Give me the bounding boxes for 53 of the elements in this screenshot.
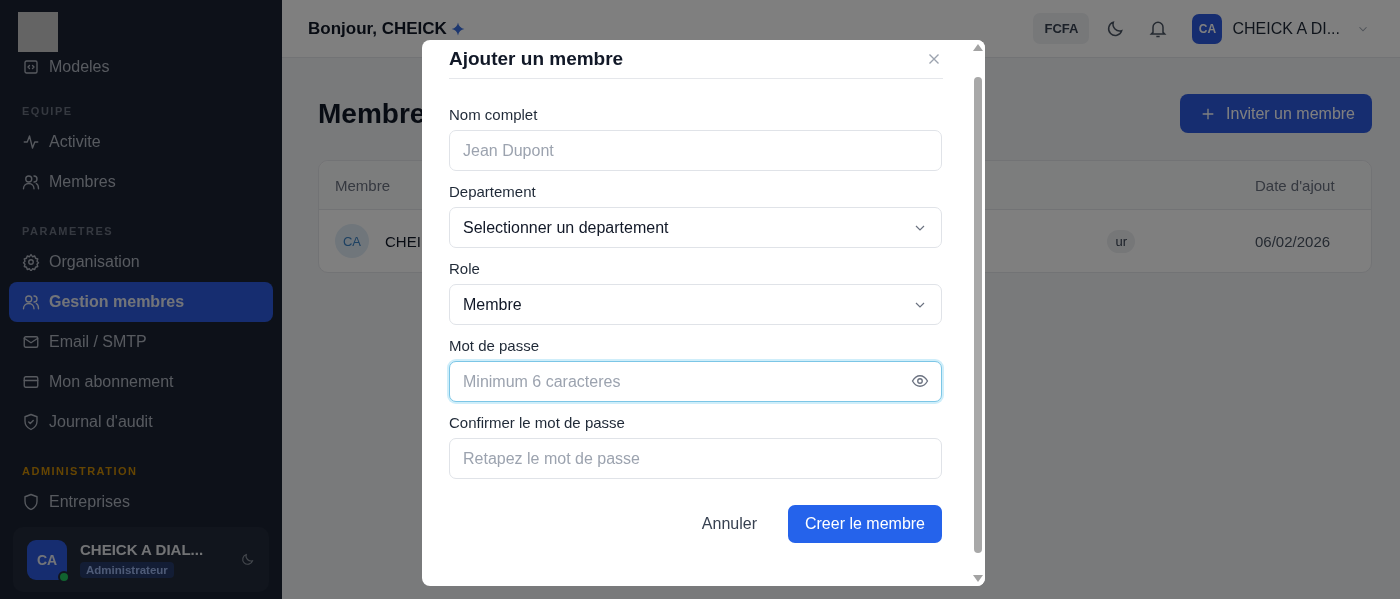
select-field[interactable]: Selectionner un departement — [449, 207, 942, 248]
sidebar-item[interactable]: Membres — [9, 162, 273, 202]
users-icon — [22, 173, 40, 191]
role-badge: ur — [1107, 229, 1135, 253]
user-avatar[interactable]: CA — [1192, 13, 1223, 44]
user-name: CHEICK A DIAL... — [80, 541, 204, 558]
role-badge: Administrateur — [80, 562, 174, 578]
column-header: Date d'ajout — [1255, 176, 1335, 194]
sidebar-item[interactable]: Activite — [9, 122, 273, 162]
sidebar-item[interactable]: Entreprises — [9, 482, 273, 522]
field-label: Nom complet — [449, 106, 539, 123]
moon-icon[interactable] — [240, 552, 255, 567]
page-title: Membre — [318, 97, 426, 130]
user-card[interactable]: CA CHEICK A DIAL... Administrateur — [13, 527, 269, 592]
input-field[interactable]: Minimum 6 caracteres — [449, 361, 942, 402]
currency-badge[interactable]: FCFA — [1033, 13, 1090, 44]
section-heading: ADMINISTRATION — [22, 465, 138, 477]
scrollbar[interactable] — [970, 40, 985, 586]
field-label: Mot de passe — [449, 337, 541, 354]
field-label: Departement — [449, 183, 537, 200]
create-member-button[interactable]: Creer le membre — [787, 505, 942, 543]
sidebar-item[interactable]: Journal d'audit — [9, 402, 273, 442]
invite-member-button[interactable]: Inviter un membre — [1180, 94, 1372, 133]
greeting: Bonjour, CHEICK — [308, 18, 447, 39]
user-avatar: CA — [27, 539, 67, 580]
column-header: Membre — [335, 176, 390, 194]
user-name[interactable]: CHEICK A DI... — [1232, 19, 1340, 38]
field-label: Confirmer le mot de passe — [449, 414, 626, 431]
member-name: CHEI — [385, 232, 421, 250]
input-field[interactable]: Jean Dupont — [449, 130, 942, 171]
select-field[interactable]: Membre — [449, 284, 942, 325]
shield-icon — [22, 493, 40, 511]
sidebar-item[interactable]: Email / SMTP — [9, 322, 273, 362]
table-cell: 06/02/2026 — [1255, 232, 1331, 250]
shield-check-icon — [22, 413, 40, 431]
eye-icon[interactable] — [911, 372, 929, 390]
sidebar-item[interactable]: Gestion membres — [9, 282, 273, 322]
member-avatar: CA — [335, 224, 369, 258]
input-field[interactable]: Retapez le mot de passe — [449, 438, 942, 479]
settings-icon — [22, 253, 40, 271]
template-icon — [22, 58, 40, 76]
activity-icon — [22, 133, 40, 151]
sidebar-item[interactable]: Organisation — [9, 242, 273, 282]
field-label: Role — [449, 260, 481, 277]
sparkle-icon — [450, 21, 465, 36]
sidebar-item[interactable]: Modeles — [9, 52, 273, 82]
users-icon — [22, 293, 40, 311]
credit-card-icon — [22, 373, 40, 391]
dialog-title: Ajouter un membre — [449, 48, 624, 70]
mail-icon — [22, 333, 40, 351]
logo-placeholder — [18, 12, 58, 52]
sidebar-item[interactable]: Mon abonnement — [9, 362, 273, 402]
cancel-button[interactable]: Annuler — [684, 505, 774, 543]
